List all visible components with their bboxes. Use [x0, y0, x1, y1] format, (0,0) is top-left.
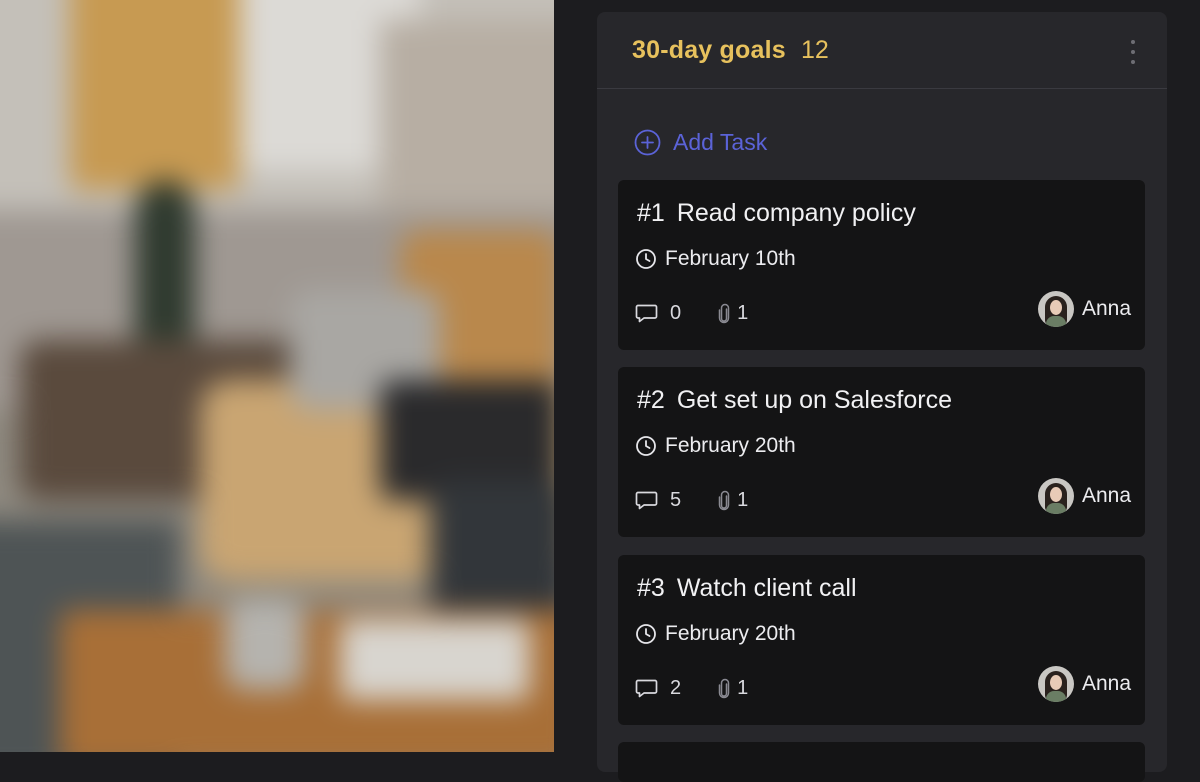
comments-count-text: 5 — [670, 489, 682, 511]
assignee-name: Anna — [1081, 484, 1131, 507]
task-assignee[interactable]: Anna — [1037, 666, 1131, 702]
comments-count-text: 0 — [670, 302, 682, 324]
assignee-name: Anna — [1081, 297, 1131, 320]
task-assignee[interactable]: Anna — [1037, 291, 1131, 327]
column-title: 30-day goals — [632, 36, 786, 64]
task-number: #3 — [637, 574, 665, 602]
comments-count-text: 2 — [670, 677, 682, 699]
attachments-count-text: 1 — [737, 677, 749, 699]
attachments-count[interactable]: 1 — [717, 489, 748, 512]
attachments-count-text: 1 — [737, 489, 749, 511]
comments-count[interactable]: 0 — [635, 302, 681, 325]
avatar — [1037, 291, 1074, 327]
task-card[interactable]: #3 Watch client call February 20th 2 1 A… — [618, 555, 1145, 725]
task-due-date: February 20th — [635, 622, 796, 646]
task-column: 30-day goals 12 Add Task #1 Read company … — [597, 12, 1167, 782]
column-task-count: 12 — [801, 36, 829, 64]
task-date-text: February 10th — [665, 247, 796, 270]
comment-icon — [635, 679, 658, 698]
avatar — [1037, 478, 1074, 514]
task-assignee[interactable]: Anna — [1037, 478, 1131, 514]
task-number: #1 — [637, 199, 665, 227]
task-due-date: February 10th — [635, 247, 796, 271]
task-number: #2 — [637, 386, 665, 414]
attachments-count[interactable]: 1 — [717, 677, 748, 700]
task-title-text: Read company policy — [676, 199, 916, 227]
clock-icon — [636, 624, 656, 644]
attachments-count-text: 1 — [737, 302, 749, 324]
comments-count[interactable]: 2 — [635, 677, 681, 700]
task-date-text: February 20th — [665, 434, 796, 457]
task-title: #2 Get set up on Salesforce — [637, 386, 952, 415]
more-vertical-icon[interactable] — [1129, 40, 1137, 64]
comment-icon — [635, 491, 658, 510]
task-meta: 0 1 — [635, 302, 784, 325]
task-title-text: Watch client call — [676, 574, 857, 602]
task-title: #1 Read company policy — [637, 199, 916, 228]
add-task-label: Add Task — [673, 129, 768, 155]
task-meta: 2 1 — [635, 677, 784, 700]
add-task-button[interactable]: Add Task — [634, 129, 767, 156]
task-card[interactable]: #1 Read company policy February 10th 0 1… — [618, 180, 1145, 350]
column-header: 30-day goals 12 — [597, 12, 1167, 89]
clock-icon — [636, 249, 656, 269]
task-due-date: February 20th — [635, 434, 796, 458]
paperclip-icon — [718, 303, 730, 323]
task-card-partial[interactable] — [618, 742, 1145, 782]
avatar — [1037, 666, 1074, 702]
comments-count[interactable]: 5 — [635, 489, 681, 512]
paperclip-icon — [718, 490, 730, 510]
task-title: #3 Watch client call — [637, 574, 857, 603]
board-panel: 30-day goals 12 Add Task #1 Read company … — [554, 0, 1200, 782]
paperclip-icon — [718, 678, 730, 698]
assignee-name: Anna — [1081, 672, 1131, 695]
clock-icon — [636, 436, 656, 456]
attachments-count[interactable]: 1 — [717, 302, 748, 325]
task-meta: 5 1 — [635, 489, 784, 512]
background-photo — [0, 0, 554, 752]
task-title-text: Get set up on Salesforce — [676, 386, 952, 414]
plus-circle-icon — [634, 129, 661, 156]
task-date-text: February 20th — [665, 622, 796, 645]
task-card[interactable]: #2 Get set up on Salesforce February 20th… — [618, 367, 1145, 537]
comment-icon — [635, 304, 658, 323]
